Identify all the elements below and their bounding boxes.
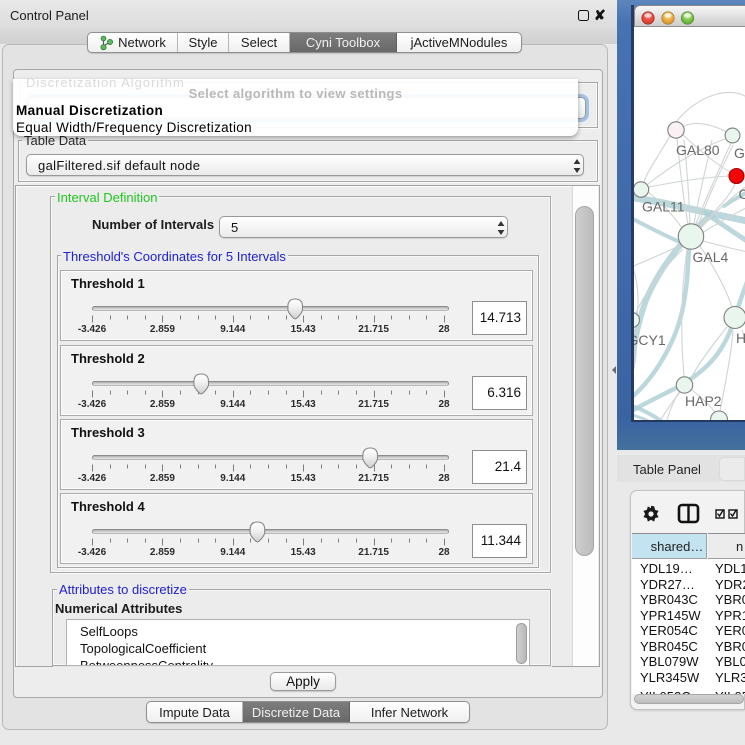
svg-text:GAL11: GAL11: [642, 199, 685, 215]
svg-text:C: C: [739, 186, 745, 202]
svg-text:H: H: [736, 330, 745, 346]
svg-text:GAL80: GAL80: [676, 142, 720, 158]
svg-text:GA: GA: [734, 145, 745, 161]
svg-text:GAL4: GAL4: [693, 249, 729, 265]
svg-text:HAP2: HAP2: [685, 393, 722, 409]
svg-text:GCY1: GCY1: [634, 332, 666, 348]
